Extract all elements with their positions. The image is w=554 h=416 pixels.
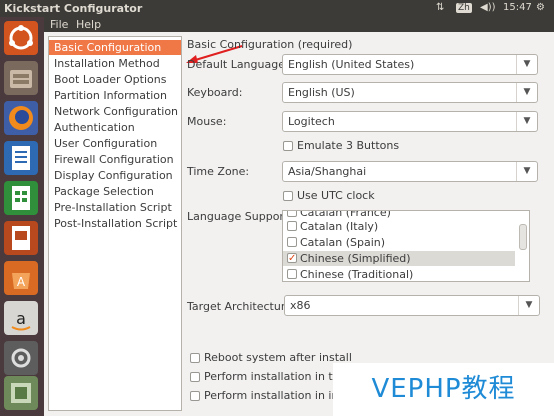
mouse-value: Logitech: [288, 115, 335, 128]
nav-item-installation-method[interactable]: Installation Method: [49, 56, 181, 71]
use-utc-clock-checkbox[interactable]: [283, 191, 293, 201]
calc-icon[interactable]: [4, 181, 38, 215]
files-icon[interactable]: [4, 61, 38, 95]
nav-item-package-selection[interactable]: Package Selection: [49, 184, 181, 199]
emulate-3-buttons-label: Emulate 3 Buttons: [297, 139, 400, 152]
timezone-select[interactable]: Asia/Shanghai ▼: [282, 161, 538, 182]
chevron-down-icon: ▼: [516, 162, 537, 181]
nav-item-firewall-configuration[interactable]: Firewall Configuration: [49, 152, 181, 167]
volume-icon[interactable]: ◀)): [480, 2, 496, 13]
language-checkbox[interactable]: [287, 237, 297, 247]
list-item[interactable]: Catalan (Italy): [283, 219, 515, 234]
menu-file[interactable]: File: [50, 18, 68, 31]
list-item[interactable]: Catalan (Spain): [283, 235, 515, 250]
language-checkbox[interactable]: [287, 269, 297, 279]
default-language-label: Default Language:: [187, 58, 289, 71]
svg-text:A: A: [17, 275, 26, 289]
firefox-icon[interactable]: [4, 101, 38, 135]
software-center-icon[interactable]: A: [4, 261, 38, 295]
language-checkbox[interactable]: [287, 251, 297, 266]
nav-item-basic-configuration[interactable]: Basic Configuration: [49, 40, 181, 55]
reboot-label: Reboot system after install: [204, 351, 352, 364]
text-mode-label: Perform installation in text: [204, 370, 351, 383]
target-architecture-select[interactable]: x86 ▼: [284, 295, 540, 316]
system-settings-icon[interactable]: [4, 341, 38, 375]
nav-list: Basic Configuration Installation Method …: [48, 36, 182, 411]
chevron-down-icon: ▼: [516, 112, 537, 131]
writer-icon[interactable]: [4, 141, 38, 175]
emulate-3-buttons-checkbox[interactable]: [283, 141, 293, 151]
mouse-select[interactable]: Logitech ▼: [282, 111, 538, 132]
menu-bar: File Help: [44, 17, 554, 32]
language-label: Catalan (Spain): [300, 236, 386, 249]
top-panel: Kickstart Configurator ⇅ Zh ◀)) 15:47 ⚙: [0, 0, 554, 17]
language-checkbox[interactable]: [287, 211, 297, 217]
reboot-checkbox[interactable]: [190, 353, 200, 363]
language-label: Catalan (Italy): [300, 220, 379, 233]
use-utc-clock-label: Use UTC clock: [297, 189, 375, 202]
impress-icon[interactable]: [4, 221, 38, 255]
chevron-down-icon: ▼: [516, 55, 537, 74]
gear-icon[interactable]: ⚙: [536, 2, 545, 13]
launcher: A a: [0, 17, 44, 416]
network-icon[interactable]: ⇅: [436, 2, 444, 13]
kickstart-icon[interactable]: [4, 376, 38, 410]
ubuntu-dash-icon[interactable]: [4, 21, 38, 55]
keyboard-select[interactable]: English (US) ▼: [282, 82, 538, 103]
text-mode-checkbox[interactable]: [190, 372, 200, 382]
timezone-label: Time Zone:: [187, 165, 250, 178]
language-support-list[interactable]: Catalan (France) Catalan (Italy) Catalan…: [282, 210, 530, 282]
nav-item-display-configuration[interactable]: Display Configuration: [49, 168, 181, 183]
nav-item-boot-loader-options[interactable]: Boot Loader Options: [49, 72, 181, 87]
nav-item-authentication[interactable]: Authentication: [49, 120, 181, 135]
nav-item-network-configuration[interactable]: Network Configuration: [49, 104, 181, 119]
target-architecture-label: Target Architecture:: [187, 300, 296, 313]
keyboard-label: Keyboard:: [187, 86, 243, 99]
watermark: VEPHP教程: [333, 363, 554, 416]
nav-item-post-installation-script[interactable]: Post-Installation Script: [49, 216, 181, 231]
nav-item-partition-information[interactable]: Partition Information: [49, 88, 181, 103]
default-language-value: English (United States): [288, 58, 415, 71]
interactive-mode-label: Perform installation in inte: [204, 389, 350, 402]
language-label: Chinese (Simplified): [300, 252, 411, 265]
scrollbar-thumb[interactable]: [519, 224, 527, 250]
list-item[interactable]: Chinese (Simplified): [283, 251, 515, 266]
target-architecture-value: x86: [290, 299, 311, 312]
mouse-label: Mouse:: [187, 115, 227, 128]
language-support-label: Language Support:: [187, 210, 292, 223]
list-item[interactable]: Chinese (Traditional): [283, 267, 515, 281]
menu-help[interactable]: Help: [76, 18, 101, 31]
window-title: Kickstart Configurator: [4, 2, 143, 15]
section-title: Basic Configuration (required): [187, 38, 353, 51]
svg-text:a: a: [16, 309, 26, 328]
language-checkbox[interactable]: [287, 221, 297, 231]
chevron-down-icon: ▼: [516, 83, 537, 102]
chevron-down-icon: ▼: [518, 296, 539, 315]
main-window: Basic Configuration Installation Method …: [44, 32, 554, 416]
interactive-mode-checkbox[interactable]: [190, 391, 200, 401]
nav-item-pre-installation-script[interactable]: Pre-Installation Script: [49, 200, 181, 215]
scrollbar[interactable]: [519, 212, 528, 278]
amazon-icon[interactable]: a: [4, 301, 38, 335]
keyboard-indicator[interactable]: Zh: [456, 3, 472, 13]
clock[interactable]: 15:47: [503, 2, 532, 13]
default-language-select[interactable]: English (United States) ▼: [282, 54, 538, 75]
language-label: Chinese (Traditional): [300, 268, 414, 281]
nav-item-user-configuration[interactable]: User Configuration: [49, 136, 181, 151]
keyboard-value: English (US): [288, 86, 355, 99]
timezone-value: Asia/Shanghai: [288, 165, 367, 178]
